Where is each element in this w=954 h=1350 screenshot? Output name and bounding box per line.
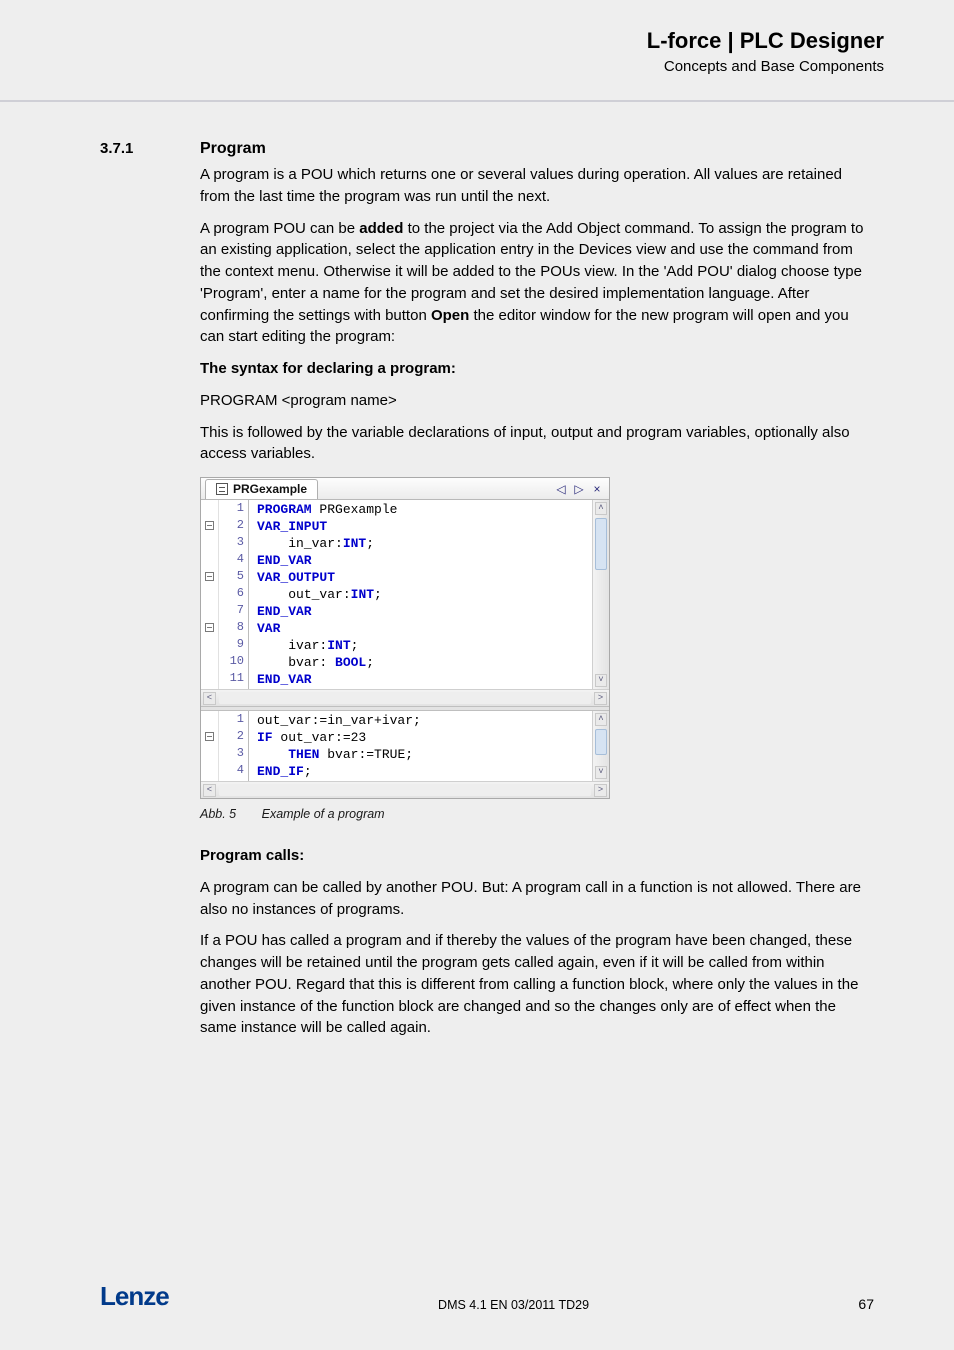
code-line[interactable]: bvar: BOOL;: [257, 654, 586, 671]
caption-text: Example of a program: [262, 807, 385, 821]
line-number: 11: [219, 670, 244, 687]
code-line[interactable]: THEN bvar:=TRUE;: [257, 746, 586, 763]
line-number: 3: [219, 534, 244, 551]
line-number: 8: [219, 619, 244, 636]
scrollbar-track[interactable]: [219, 784, 591, 796]
tab-label: PRGexample: [233, 482, 307, 496]
text-bold: Open: [431, 307, 469, 324]
paragraph: A program can be called by another POU. …: [200, 877, 874, 921]
paragraph: This is followed by the variable declara…: [200, 422, 874, 466]
code-area[interactable]: out_var:=in_var+ivar;IF out_var:=23 THEN…: [249, 711, 592, 781]
section-number: 3.7.1: [100, 140, 200, 157]
code-line[interactable]: END_VAR: [257, 552, 586, 569]
header-subtitle: Concepts and Base Components: [647, 58, 884, 75]
code-line[interactable]: out_var:=in_var+ivar;: [257, 712, 586, 729]
footer-docid: DMS 4.1 EN 03/2011 TD29: [438, 1298, 589, 1312]
text: A program POU can be: [200, 220, 359, 237]
subheading: The syntax for declaring a program:: [200, 358, 874, 380]
header-rule: [0, 100, 954, 102]
scroll-down-icon[interactable]: ˅: [595, 766, 607, 779]
scroll-left-icon[interactable]: ˂: [203, 692, 216, 705]
code-line[interactable]: VAR: [257, 620, 586, 637]
scroll-right-icon[interactable]: ˃: [594, 784, 607, 797]
horizontal-scrollbar[interactable]: ˂ ˃: [201, 781, 609, 798]
document-icon: [216, 483, 228, 495]
line-number: 1: [219, 500, 244, 517]
paragraph: A program is a POU which returns one or …: [200, 164, 874, 208]
logo: Lenze: [100, 1281, 169, 1312]
line-number: 10: [219, 653, 244, 670]
fold-minus-icon[interactable]: [205, 572, 214, 581]
code-line: PROGRAM <program name>: [200, 390, 874, 412]
code-line[interactable]: END_IF;: [257, 763, 586, 780]
code-line[interactable]: out_var:INT;: [257, 586, 586, 603]
vertical-scrollbar[interactable]: ˄ ˅: [592, 500, 609, 689]
code-area[interactable]: PROGRAM PRGexampleVAR_INPUT in_var:INT;E…: [249, 500, 592, 689]
tab-bar: PRGexample ◁ ▷ ×: [201, 478, 609, 500]
fold-minus-icon[interactable]: [205, 623, 214, 632]
fold-minus-icon[interactable]: [205, 732, 214, 741]
caption-number: Abb. 5: [200, 807, 236, 821]
line-number: 2: [219, 728, 244, 745]
scroll-up-icon[interactable]: ˄: [595, 502, 607, 515]
implementation-pane: 1234 out_var:=in_var+ivar;IF out_var:=23…: [201, 711, 609, 781]
tab-prgexample[interactable]: PRGexample: [205, 479, 318, 499]
line-number: 5: [219, 568, 244, 585]
fold-minus-icon[interactable]: [205, 521, 214, 530]
scroll-left-icon[interactable]: ˂: [203, 784, 216, 797]
scroll-right-icon[interactable]: ˃: [594, 692, 607, 705]
text-bold: added: [359, 220, 403, 237]
code-line[interactable]: END_VAR: [257, 603, 586, 620]
line-number: 3: [219, 745, 244, 762]
figure-caption: Abb. 5 Example of a program: [200, 807, 874, 821]
code-line[interactable]: ivar:INT;: [257, 637, 586, 654]
scroll-up-icon[interactable]: ˄: [595, 713, 607, 726]
header-band: L-force | PLC Designer Concepts and Base…: [0, 0, 954, 110]
scrollbar-track[interactable]: [219, 692, 591, 704]
code-line[interactable]: in_var:INT;: [257, 535, 586, 552]
line-number: 4: [219, 551, 244, 568]
code-line[interactable]: IF out_var:=23: [257, 729, 586, 746]
line-number: 4: [219, 762, 244, 779]
code-editor: PRGexample ◁ ▷ × 1234567891011 PROGRAM P…: [200, 477, 610, 799]
code-line[interactable]: VAR_INPUT: [257, 518, 586, 535]
scrollbar-thumb[interactable]: [595, 729, 607, 755]
line-number: 7: [219, 602, 244, 619]
tabnav-close-icon[interactable]: ×: [590, 482, 604, 496]
line-number: 6: [219, 585, 244, 602]
tabnav-left-icon[interactable]: ◁: [554, 482, 568, 496]
subheading: Program calls:: [200, 845, 874, 867]
code-line[interactable]: END_VAR: [257, 671, 586, 688]
declaration-pane: 1234567891011 PROGRAM PRGexampleVAR_INPU…: [201, 500, 609, 689]
code-line[interactable]: PROGRAM PRGexample: [257, 501, 586, 518]
page-number: 67: [858, 1296, 874, 1312]
horizontal-scrollbar[interactable]: ˂ ˃: [201, 689, 609, 706]
paragraph: A program POU can be added to the projec…: [200, 218, 874, 349]
line-number: 1: [219, 711, 244, 728]
scroll-down-icon[interactable]: ˅: [595, 674, 607, 687]
line-number: 2: [219, 517, 244, 534]
header-title: L-force | PLC Designer: [647, 28, 884, 54]
vertical-scrollbar[interactable]: ˄ ˅: [592, 711, 609, 781]
tabnav-right-icon[interactable]: ▷: [572, 482, 586, 496]
scrollbar-thumb[interactable]: [595, 518, 607, 570]
section-title: Program: [200, 140, 266, 158]
code-line[interactable]: VAR_OUTPUT: [257, 569, 586, 586]
paragraph: If a POU has called a program and if the…: [200, 930, 874, 1039]
line-number: 9: [219, 636, 244, 653]
